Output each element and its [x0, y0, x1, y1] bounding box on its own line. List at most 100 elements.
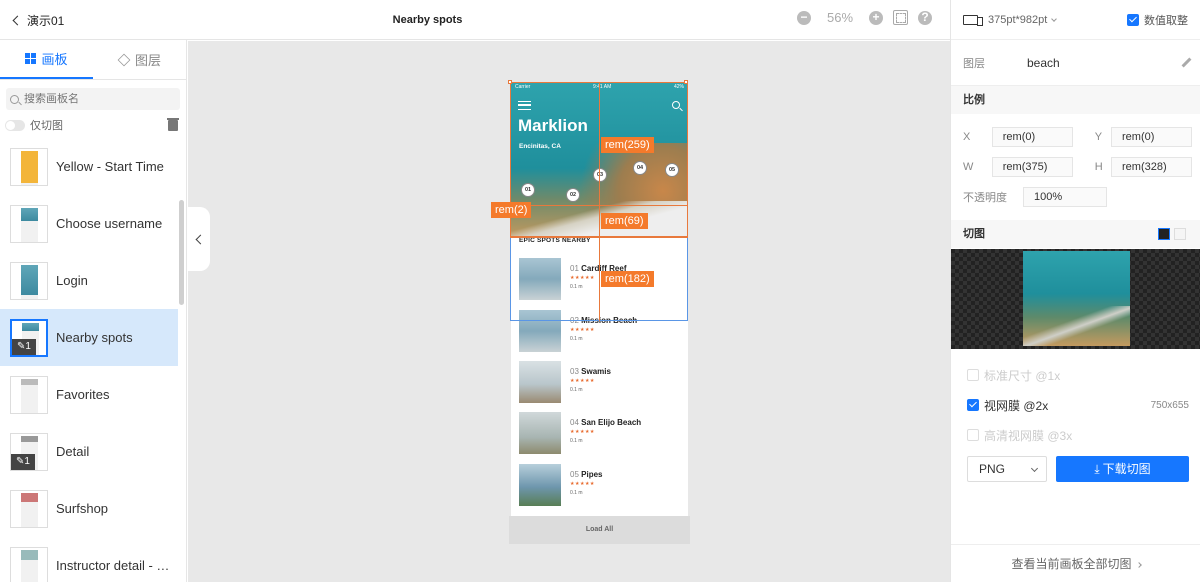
y-value[interactable]: rem(0): [1111, 127, 1192, 147]
artboard-name: Surfshop: [56, 501, 109, 516]
artboard-thumbnail: [10, 147, 48, 186]
design-canvas[interactable]: Carrier 9:41 AM 42% Marklion Encinitas, …: [188, 41, 950, 582]
measure-line-vertical: [599, 237, 600, 321]
format-select[interactable]: PNG: [967, 456, 1047, 482]
artboard-search: [6, 88, 180, 110]
zoom-level: 56%: [826, 10, 854, 25]
device-size-select[interactable]: 375pt*982pt: [988, 14, 1127, 26]
h-value[interactable]: rem(328): [1111, 157, 1192, 177]
artboard-list-scrollbar[interactable]: [179, 200, 184, 305]
carrier-text: Carrier: [515, 84, 531, 90]
artboard-name: Detail: [56, 444, 90, 459]
round-values-label: 数值取整: [1144, 14, 1188, 27]
artboard-name: Yellow - Start Time: [56, 159, 164, 174]
right-panel: 375pt*982pt 数值取整 图层 beach 比例 X rem(0) Y …: [950, 0, 1200, 582]
x-value[interactable]: rem(0): [991, 127, 1073, 147]
app-name: Marklion: [518, 116, 588, 135]
opacity-value[interactable]: 100%: [1023, 187, 1107, 207]
checkbox-checked-icon: [1127, 13, 1139, 26]
download-icon: ⤓: [1094, 462, 1100, 476]
artboard-grid-icon: [25, 53, 37, 64]
measure-line-vertical: [599, 82, 600, 237]
artboard-name: Instructor detail - …: [56, 558, 170, 573]
tab-label: 图层: [134, 53, 161, 68]
fit-screen-icon[interactable]: [893, 10, 908, 25]
device-bar: 375pt*982pt 数值取整: [951, 0, 1200, 40]
y-label: Y: [1094, 131, 1103, 143]
w-value[interactable]: rem(375): [991, 157, 1073, 177]
h-label: H: [1094, 161, 1103, 173]
location-label: Encinitas, CA: [519, 143, 561, 150]
slice-only-toggle[interactable]: [5, 119, 25, 131]
spot-photo: [519, 412, 561, 454]
checkbox-unchecked-icon: [967, 429, 979, 441]
trash-icon[interactable]: [167, 117, 179, 131]
zoom-out-button[interactable]: −: [797, 10, 811, 25]
export-scales: 标准尺寸 @1x 视网膜 @2x 750x655 高清视网膜 @3x: [951, 360, 1200, 450]
section-title-slice: 切图: [951, 220, 1200, 248]
artboard-item[interactable]: Choose username: [0, 195, 178, 252]
zoom-in-button[interactable]: +: [869, 10, 883, 25]
measure-label: rem(69): [601, 213, 648, 229]
load-all-button[interactable]: Load All: [509, 516, 690, 544]
spot-title: 05 Pipes: [570, 470, 603, 479]
map-pin: 02: [566, 188, 580, 202]
chevron-left-icon: [195, 234, 205, 244]
scale-option-3x[interactable]: 高清视网膜 @3x: [951, 420, 1200, 450]
tab-artboards[interactable]: 画板: [0, 40, 93, 79]
artboard-item[interactable]: Instructor detail - …: [0, 537, 178, 582]
resize-handle[interactable]: [684, 80, 688, 84]
list-item: 03 Swamis ★★★★★ 0.1 m: [519, 361, 684, 403]
download-slice-button[interactable]: ⤓ 下载切图: [1056, 456, 1189, 482]
artboard-item[interactable]: Login: [0, 252, 178, 309]
artboard-item[interactable]: Yellow - Start Time: [0, 138, 178, 195]
resize-handle[interactable]: [508, 80, 512, 84]
spot-title: 02 Mission Beach: [570, 316, 638, 325]
distance: 0.1 m: [570, 490, 583, 496]
artboard-item[interactable]: Favorites: [0, 366, 178, 423]
slice-preview: [951, 249, 1200, 349]
map-pin: 04: [633, 161, 647, 175]
map-pin: 05: [665, 163, 679, 177]
tab-label: 画板: [41, 52, 68, 67]
measure-label: rem(182): [601, 271, 654, 287]
scale-option-1x[interactable]: 标准尺寸 @1x: [951, 360, 1200, 390]
measure-label: rem(259): [601, 137, 654, 153]
export-row: PNG ⤓ 下载切图: [967, 456, 1189, 482]
artboard-item-selected[interactable]: ✎1 Nearby spots: [0, 309, 178, 366]
layer-label: 图层: [963, 57, 985, 70]
battery-text: 42%: [673, 84, 684, 90]
artboard-thumbnail: ✎1: [10, 432, 48, 471]
rating-stars: ★★★★★: [570, 429, 595, 435]
collapse-left-panel-button[interactable]: [187, 207, 210, 271]
top-bar: 演示01 Nearby spots − 56% + ?: [0, 0, 950, 40]
search-input[interactable]: [24, 93, 174, 105]
distance: 0.1 m: [570, 438, 583, 444]
scale-option-2x[interactable]: 视网膜 @2x 750x655: [951, 390, 1200, 420]
map-pin: 03: [593, 168, 607, 182]
measure-label: rem(2): [491, 202, 532, 218]
view-all-slices-link[interactable]: 查看当前画板全部切图: [951, 544, 1200, 582]
tab-layers[interactable]: 图层: [93, 40, 186, 79]
artboard-thumbnail: [10, 204, 48, 243]
artboard-thumbnail: ✎1: [10, 318, 48, 357]
panel-tabs: 画板 图层: [0, 40, 186, 80]
distance: 0.1 m: [570, 336, 583, 342]
spot-title: 04 San Elijo Beach: [570, 418, 642, 427]
measure-line-horizontal: [510, 237, 688, 238]
artboard-name: Choose username: [56, 216, 163, 231]
time-text: 9:41 AM: [592, 84, 612, 90]
round-values-checkbox[interactable]: 数值取整: [1127, 12, 1188, 28]
artboard-thumbnail: [10, 546, 48, 582]
artboard-name: Nearby spots: [56, 330, 133, 345]
dark-bg-icon[interactable]: [1158, 228, 1170, 240]
layers-icon: [117, 53, 131, 66]
light-bg-icon[interactable]: [1174, 228, 1186, 240]
artboard-item[interactable]: ✎1 Detail: [0, 423, 178, 480]
artboard-item[interactable]: Surfshop: [0, 480, 178, 537]
help-button[interactable]: ?: [918, 10, 932, 25]
export-dimensions: 750x655: [1150, 399, 1189, 411]
spot-photo: [519, 310, 561, 352]
distance: 0.1 m: [570, 284, 583, 290]
rating-stars: ★★★★★: [570, 481, 595, 487]
